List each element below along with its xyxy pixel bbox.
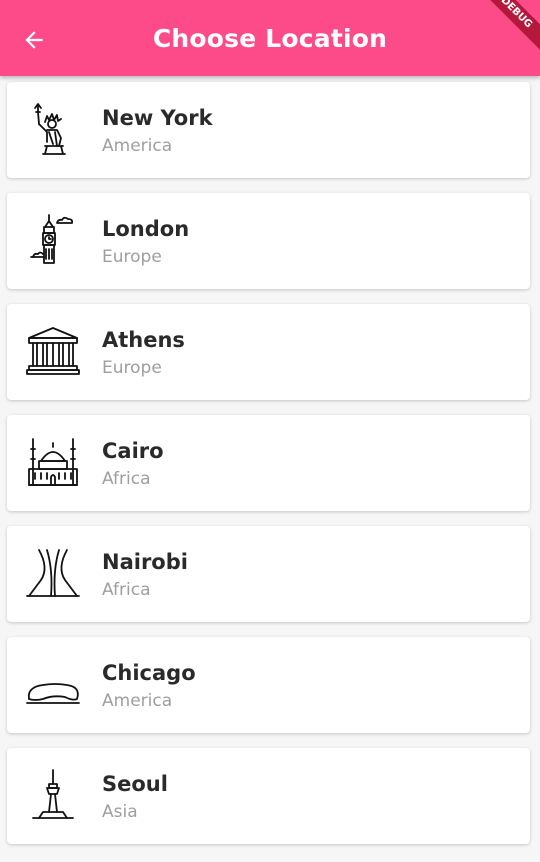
location-card-london[interactable]: London Europe (7, 193, 530, 289)
region-name: Asia (102, 802, 138, 822)
city-name: London (102, 217, 190, 241)
location-card-nairobi[interactable]: Nairobi Africa (7, 526, 530, 622)
region-name: Africa (102, 469, 151, 489)
region-name: Africa (102, 580, 151, 600)
location-card-chicago[interactable]: Chicago America (7, 637, 530, 733)
city-name: Cairo (102, 439, 164, 463)
app-bar: Choose Location (0, 0, 540, 76)
city-name: Seoul (102, 772, 168, 796)
monument-icon (26, 549, 80, 597)
city-name: Chicago (102, 661, 196, 685)
location-card-athens[interactable]: Athens Europe (7, 304, 530, 400)
city-name: Athens (102, 328, 185, 352)
region-name: Europe (102, 247, 162, 267)
parthenon-icon (26, 327, 80, 375)
location-card-seoul[interactable]: Seoul Asia (7, 748, 530, 844)
page-title: Choose Location (152, 24, 388, 53)
region-name: America (102, 691, 173, 711)
big-ben-icon (30, 214, 74, 264)
n-seoul-tower-icon (32, 769, 74, 819)
cloud-gate-bean-icon (26, 683, 80, 704)
region-name: America (102, 136, 173, 156)
location-card-cairo[interactable]: Cairo Africa (7, 415, 530, 511)
statue-of-liberty-icon (34, 103, 66, 155)
region-name: Europe (102, 358, 162, 378)
city-name: Nairobi (102, 550, 188, 574)
location-list: New York America London Europe Athens Eu… (7, 82, 530, 859)
city-name: New York (102, 106, 213, 130)
mosque-icon (28, 438, 78, 486)
location-card-new-york[interactable]: New York America (7, 82, 530, 178)
